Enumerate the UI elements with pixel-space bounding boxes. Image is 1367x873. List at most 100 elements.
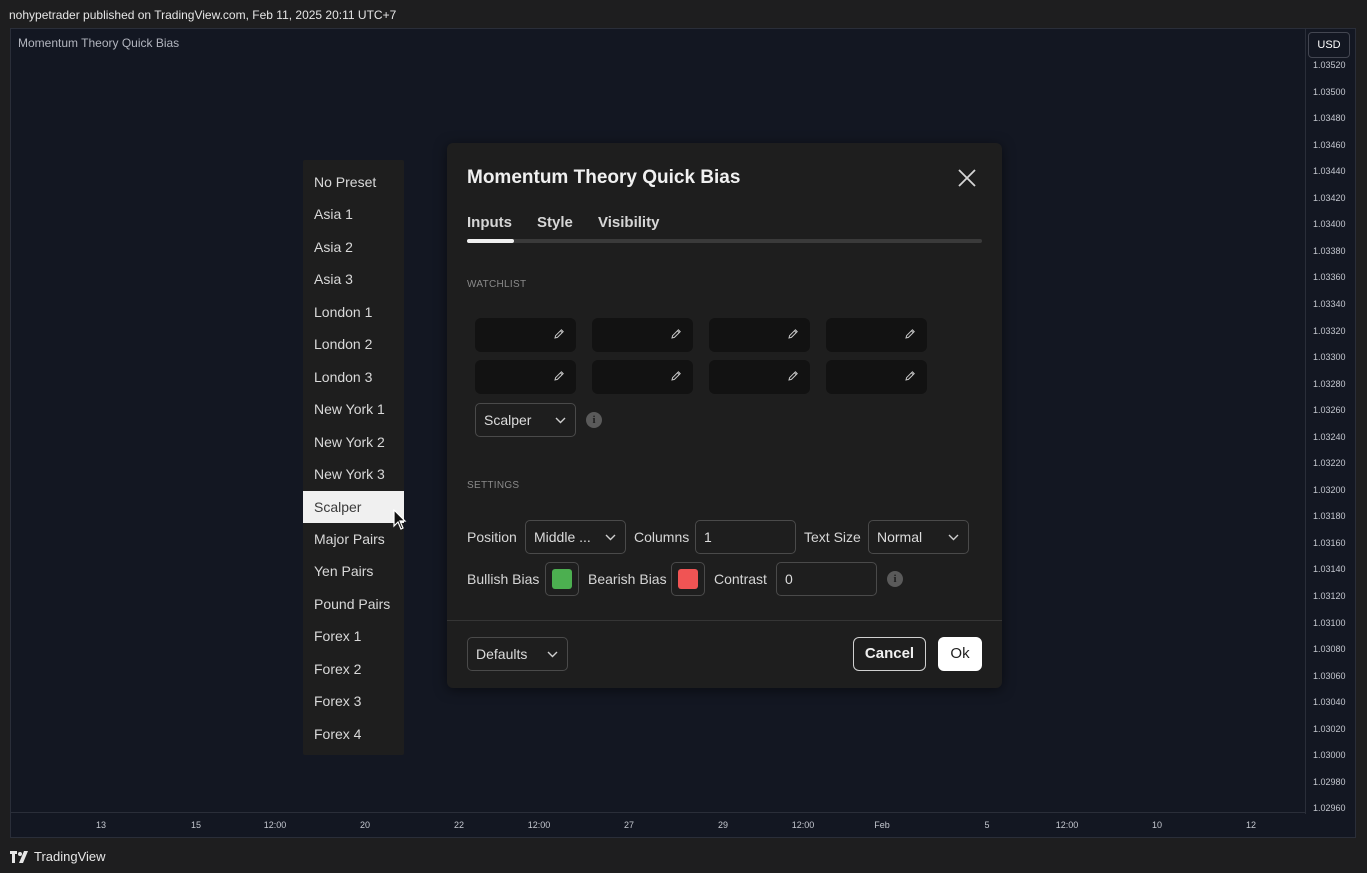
publish-info: nohypetrader published on TradingView.co… [9, 8, 397, 22]
time-tick-label: 12:00 [527, 820, 551, 830]
preset-menu-item[interactable]: New York 2 [303, 426, 404, 458]
price-tick-label: 1.03480 [1313, 113, 1346, 124]
bearish-bias-label: Bearish Bias [588, 571, 667, 587]
time-tick-label: 5 [984, 820, 990, 830]
preset-menu-item[interactable]: London 1 [303, 296, 404, 328]
time-tick-label: 29 [717, 820, 729, 830]
preset-menu-item[interactable]: Asia 1 [303, 198, 404, 230]
watchlist-symbol-input[interactable] [592, 360, 693, 394]
price-tick-label: 1.03400 [1313, 219, 1346, 230]
chevron-down-icon [547, 651, 558, 658]
text-size-select[interactable]: Normal [868, 520, 969, 554]
preset-select-value: Scalper [484, 412, 532, 428]
bearish-color-fill [678, 569, 698, 589]
text-size-label: Text Size [804, 529, 861, 545]
watchlist-symbol-input[interactable] [826, 318, 927, 352]
watchlist-symbol-input[interactable] [475, 318, 576, 352]
price-tick-label: 1.03360 [1313, 272, 1346, 283]
time-tick-label: 12:00 [1055, 820, 1079, 830]
price-tick-label: 1.03040 [1313, 697, 1346, 708]
close-button[interactable] [955, 166, 979, 190]
watchlist-symbol-input[interactable] [826, 360, 927, 394]
tradingview-logo[interactable]: TradingView [10, 849, 106, 864]
price-tick-label: 1.03120 [1313, 591, 1346, 601]
columns-input[interactable]: 1 [695, 520, 796, 554]
tab-inputs[interactable]: Inputs [467, 214, 512, 231]
price-tick-label: 1.03200 [1313, 484, 1346, 495]
preset-select[interactable]: Scalper [475, 403, 576, 437]
pencil-icon [671, 371, 681, 381]
price-tick-label: 1.03300 [1313, 352, 1346, 363]
price-tick-label: 1.03420 [1313, 192, 1346, 203]
time-tick-label: Feb [874, 820, 890, 830]
tab-style[interactable]: Style [537, 214, 573, 231]
preset-menu-item[interactable]: New York 3 [303, 458, 404, 490]
time-axis[interactable]: 13 15 12:00 20 22 12:00 27 29 12:00 Feb 5 12:00 10 12 [11, 812, 1306, 837]
bullish-bias-label: Bullish Bias [467, 571, 540, 587]
watchlist-symbol-input[interactable] [709, 360, 810, 394]
chevron-down-icon [555, 417, 566, 424]
text-size-select-value: Normal [877, 529, 923, 545]
price-tick-label: 1.03000 [1313, 750, 1346, 761]
watchlist-symbol-input[interactable] [709, 318, 810, 352]
contrast-input[interactable]: 0 [776, 562, 877, 596]
preset-menu-item[interactable]: Scalper [303, 490, 404, 523]
preset-menu-item[interactable]: No Preset [303, 166, 404, 198]
watchlist-symbol-input[interactable] [475, 360, 576, 394]
pencil-icon [905, 329, 915, 339]
preset-menu-item[interactable]: Yen Pairs [303, 555, 404, 587]
contrast-label: Contrast [714, 571, 767, 587]
defaults-select[interactable]: Defaults [467, 637, 568, 671]
preset-menu-item[interactable]: Asia 2 [303, 231, 404, 263]
tab-visibility[interactable]: Visibility [598, 214, 659, 231]
indicator-title[interactable]: Momentum Theory Quick Bias [18, 36, 179, 50]
pencil-icon [788, 329, 798, 339]
price-axis[interactable]: USD 1.03520 1.03500 1.03480 1.03460 1.03440 1… [1305, 29, 1355, 814]
preset-menu-item[interactable]: Major Pairs [303, 523, 404, 555]
cancel-button[interactable]: Cancel [853, 637, 926, 671]
price-tick-label: 1.03180 [1313, 511, 1346, 522]
indicator-settings-dialog: Momentum Theory Quick Bias Inputs Style … [447, 143, 1002, 688]
bullish-color-swatch[interactable] [545, 562, 579, 596]
ok-button[interactable]: Ok [938, 637, 982, 671]
preset-menu-item[interactable]: Forex 4 [303, 718, 404, 750]
tab-active-indicator [467, 239, 514, 243]
info-icon[interactable]: i [887, 571, 903, 587]
preset-menu-item[interactable]: London 3 [303, 361, 404, 393]
info-icon[interactable]: i [586, 412, 602, 428]
price-tick-label: 1.03080 [1313, 644, 1346, 655]
pencil-icon [554, 371, 564, 381]
price-tick-label: 1.03060 [1313, 670, 1346, 681]
pencil-icon [554, 329, 564, 339]
watchlist-symbol-input[interactable] [592, 318, 693, 352]
tab-track [467, 239, 982, 243]
price-tick-label: 1.02960 [1313, 803, 1346, 814]
preset-menu-item[interactable]: Asia 3 [303, 263, 404, 295]
chevron-down-icon [605, 534, 616, 541]
pencil-icon [788, 371, 798, 381]
price-tick-label: 1.03440 [1313, 166, 1346, 177]
watchlist-section-label: WATCHLIST [467, 279, 527, 290]
price-tick-label: 1.03380 [1313, 245, 1346, 256]
price-tick-label: 1.03320 [1313, 325, 1346, 336]
preset-menu-item[interactable]: London 2 [303, 328, 404, 360]
price-tick-label: 1.03240 [1313, 431, 1346, 442]
preset-menu-item[interactable]: Forex 2 [303, 653, 404, 685]
preset-menu-item[interactable]: Pound Pairs [303, 588, 404, 620]
price-tick-label: 1.03220 [1313, 458, 1346, 469]
currency-badge[interactable]: USD [1308, 32, 1350, 58]
time-tick-label: 22 [453, 820, 465, 830]
preset-menu-item[interactable]: Forex 1 [303, 620, 404, 652]
position-select[interactable]: Middle ... [525, 520, 626, 554]
time-tick-label: 12:00 [263, 820, 287, 830]
time-tick-label: 12 [1245, 820, 1257, 830]
bearish-color-swatch[interactable] [671, 562, 705, 596]
price-tick-label: 1.03100 [1313, 617, 1346, 628]
preset-menu-item[interactable]: Forex 3 [303, 685, 404, 717]
price-tick-label: 1.03340 [1313, 298, 1346, 309]
price-tick-label: 1.03520 [1313, 60, 1346, 70]
time-tick-label: 13 [95, 820, 107, 830]
price-tick-label: 1.03140 [1313, 564, 1346, 575]
preset-menu-item[interactable]: New York 1 [303, 393, 404, 425]
chevron-down-icon [948, 534, 959, 541]
